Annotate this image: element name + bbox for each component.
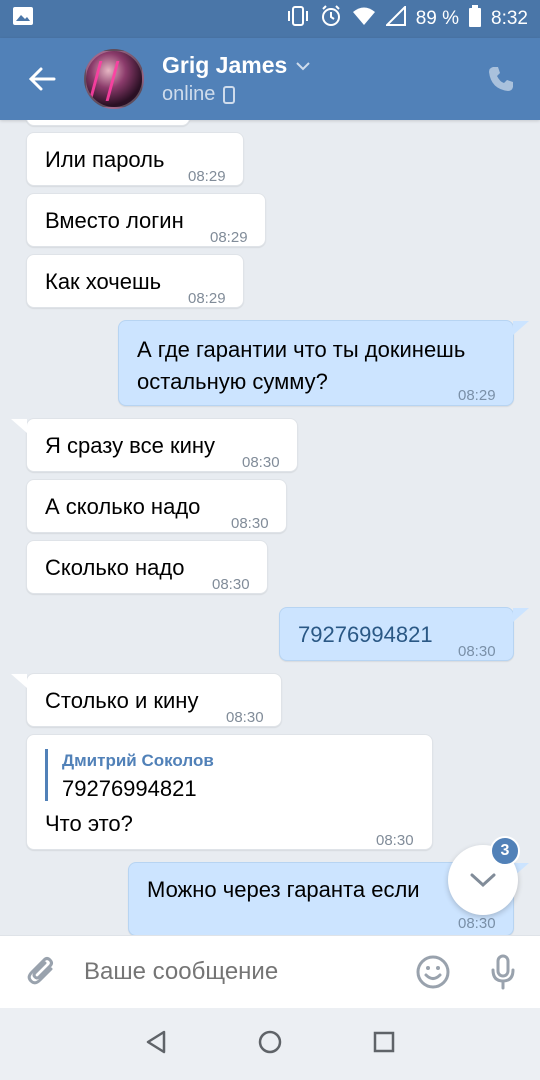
nav-back-button[interactable]	[145, 1030, 167, 1059]
message-text: А где гарантии что ты докинешь остальную…	[137, 337, 466, 394]
message-text: А сколько надо	[45, 494, 201, 519]
peer-info[interactable]: Grig James online	[162, 52, 311, 106]
bubble-tail	[11, 419, 27, 433]
message-text: Сколько надо	[45, 555, 185, 580]
message-bubble-in[interactable]: Или пароль 08:29	[26, 132, 244, 186]
message-bubble-in[interactable]: А сколько надо 08:30	[26, 479, 287, 533]
message-composer	[0, 935, 540, 1009]
chevron-down-icon	[296, 61, 311, 70]
message-bubble-in[interactable]: Как хочешь 08:29	[26, 254, 244, 308]
message-bubble-in-reply[interactable]: Дмитрий Соколов 79276994821 Что это? 08:…	[26, 734, 433, 850]
phone-number-link[interactable]: 79276994821	[298, 619, 433, 651]
gallery-notification-icon	[12, 6, 34, 32]
wifi-icon	[352, 6, 376, 32]
message-time: 08:29	[188, 168, 226, 185]
message-bubble-out[interactable]: 79276994821 08:30	[279, 607, 529, 661]
smile-icon	[416, 955, 450, 989]
message-time: 08:30	[242, 454, 280, 471]
phone-icon	[489, 67, 513, 91]
message-list[interactable]: Или пароль 08:29 Вместо логин 08:29 Как …	[0, 120, 540, 935]
message-text: Вместо логин	[45, 208, 184, 233]
peer-status: online	[162, 83, 216, 105]
microphone-icon	[491, 954, 515, 990]
message-bubble-in[interactable]: Сколько надо 08:30	[26, 540, 268, 594]
battery-percent: 89 %	[415, 8, 460, 29]
message-time: 08:30	[231, 515, 269, 532]
square-recents-icon	[373, 1031, 395, 1052]
bubble-tail	[11, 674, 27, 688]
bubble-tail	[513, 608, 529, 622]
signal-icon	[384, 4, 406, 32]
message-bubble-out[interactable]: А где гарантии что ты докинешь остальную…	[118, 320, 529, 406]
peer-name: Grig James	[162, 52, 288, 78]
triangle-back-icon	[146, 1030, 166, 1053]
message-text: Можно через гаранта если	[147, 877, 420, 902]
back-button[interactable]	[0, 38, 84, 120]
circle-home-icon	[258, 1030, 282, 1053]
battery-icon	[469, 5, 482, 33]
voice-message-button[interactable]	[466, 936, 540, 1009]
message-text: Я сразу все кину	[45, 433, 216, 458]
message-time: 08:30	[226, 709, 264, 726]
bubble-tail	[513, 321, 529, 335]
clock: 8:32	[491, 8, 528, 29]
call-button[interactable]	[484, 62, 518, 96]
message-time: 08:29	[188, 290, 226, 307]
chat-header: Grig James online	[0, 38, 540, 120]
vibrate-icon	[286, 5, 310, 33]
reply-text: 79276994821	[62, 776, 197, 801]
avatar[interactable]	[84, 49, 144, 109]
message-text: Или пароль	[45, 147, 165, 172]
mobile-icon	[223, 85, 236, 104]
message-text: Как хочешь	[45, 269, 162, 294]
reply-author: Дмитрий Соколов	[62, 751, 214, 770]
message-text: Что это?	[45, 811, 133, 836]
message-time: 08:29	[210, 229, 248, 246]
message-bubble-in[interactable]: Столько и кину 08:30	[11, 673, 282, 727]
message-bubble-in[interactable]: Вместо логин 08:29	[26, 193, 266, 247]
attach-button[interactable]	[0, 936, 84, 1009]
nav-recents-button[interactable]	[373, 1031, 395, 1058]
system-navigation-bar	[0, 1008, 540, 1080]
message-bubble-partial	[26, 120, 190, 126]
message-time: 08:30	[458, 643, 496, 660]
alarm-icon	[320, 5, 342, 33]
message-input[interactable]	[84, 935, 400, 1009]
nav-home-button[interactable]	[257, 1029, 283, 1060]
message-text: Столько и кину	[45, 688, 199, 713]
status-bar: 89 % 8:32	[0, 0, 540, 38]
message-time: 08:30	[212, 576, 250, 593]
paperclip-icon	[27, 957, 53, 985]
reply-quote[interactable]: Дмитрий Соколов 79276994821	[45, 749, 214, 801]
chevron-down-icon	[470, 873, 496, 888]
message-time: 08:29	[458, 387, 496, 404]
unread-badge: 3	[490, 836, 520, 866]
message-bubble-in[interactable]: Я сразу все кину 08:30	[11, 418, 298, 472]
message-time: 08:30	[376, 832, 414, 849]
emoji-button[interactable]	[400, 936, 466, 1009]
back-arrow-icon	[28, 67, 56, 91]
